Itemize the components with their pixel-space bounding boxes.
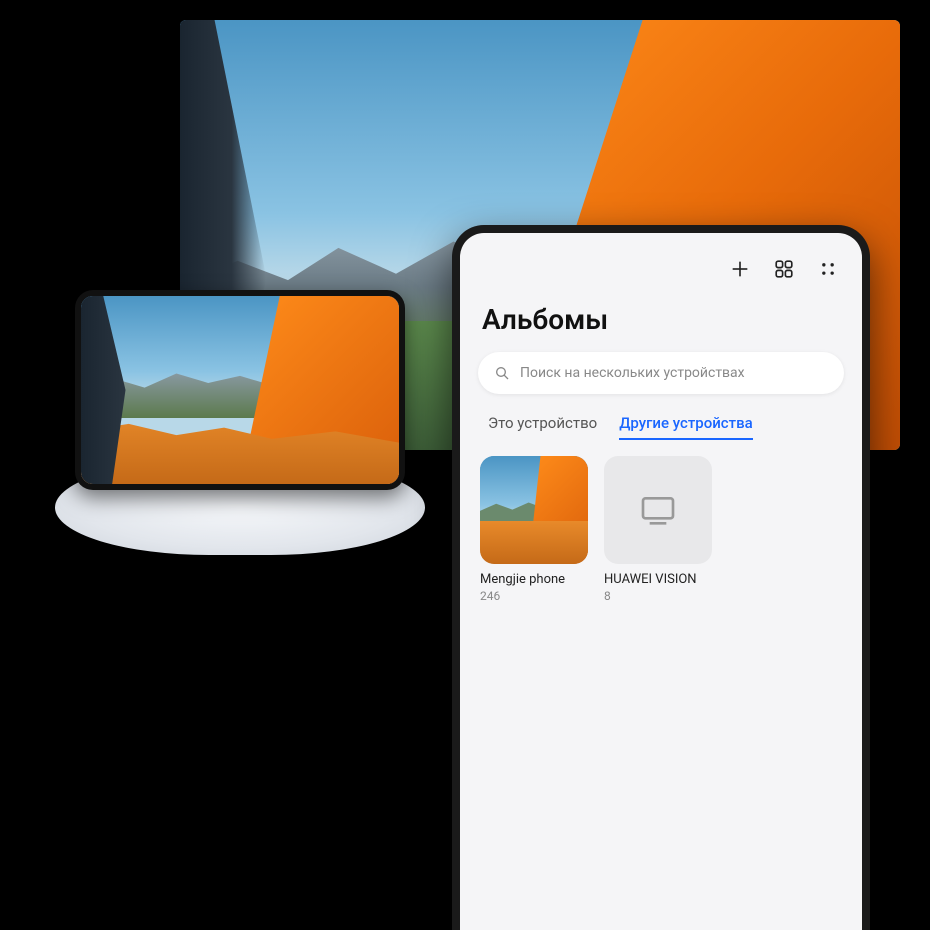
primary-phone-frame: Альбомы Поиск на нескольких устройствах … [452, 225, 870, 930]
devices-grid: Mengjie phone 246 HUAWEI VISION 8 [478, 456, 844, 603]
tv-icon [638, 490, 678, 530]
device-thumbnail[interactable] [480, 456, 588, 564]
device-thumbnail[interactable] [604, 456, 712, 564]
device-tabs: Это устройство Другие устройства [478, 414, 844, 456]
tab-other-devices[interactable]: Другие устройства [619, 414, 752, 440]
page-title: Альбомы [478, 299, 844, 352]
more-icon[interactable] [816, 257, 840, 281]
device-count-label: 246 [480, 589, 588, 603]
gallery-app-screen: Альбомы Поиск на нескольких устройствах … [460, 233, 862, 930]
device-name-label: HUAWEI VISION [604, 572, 712, 587]
search-icon [494, 365, 510, 381]
search-placeholder: Поиск на нескольких устройствах [520, 365, 745, 381]
grid-icon[interactable] [772, 257, 796, 281]
device-name-label: Mengjie phone [480, 572, 588, 587]
secondary-phone-image [75, 290, 405, 490]
plus-icon[interactable] [728, 257, 752, 281]
tab-this-device[interactable]: Это устройство [488, 414, 597, 440]
device-count-label: 8 [604, 589, 712, 603]
device-card-phone[interactable]: Mengjie phone 246 [480, 456, 588, 603]
toolbar [478, 251, 844, 299]
search-input[interactable]: Поиск на нескольких устройствах [478, 352, 844, 394]
device-card-tv[interactable]: HUAWEI VISION 8 [604, 456, 712, 603]
